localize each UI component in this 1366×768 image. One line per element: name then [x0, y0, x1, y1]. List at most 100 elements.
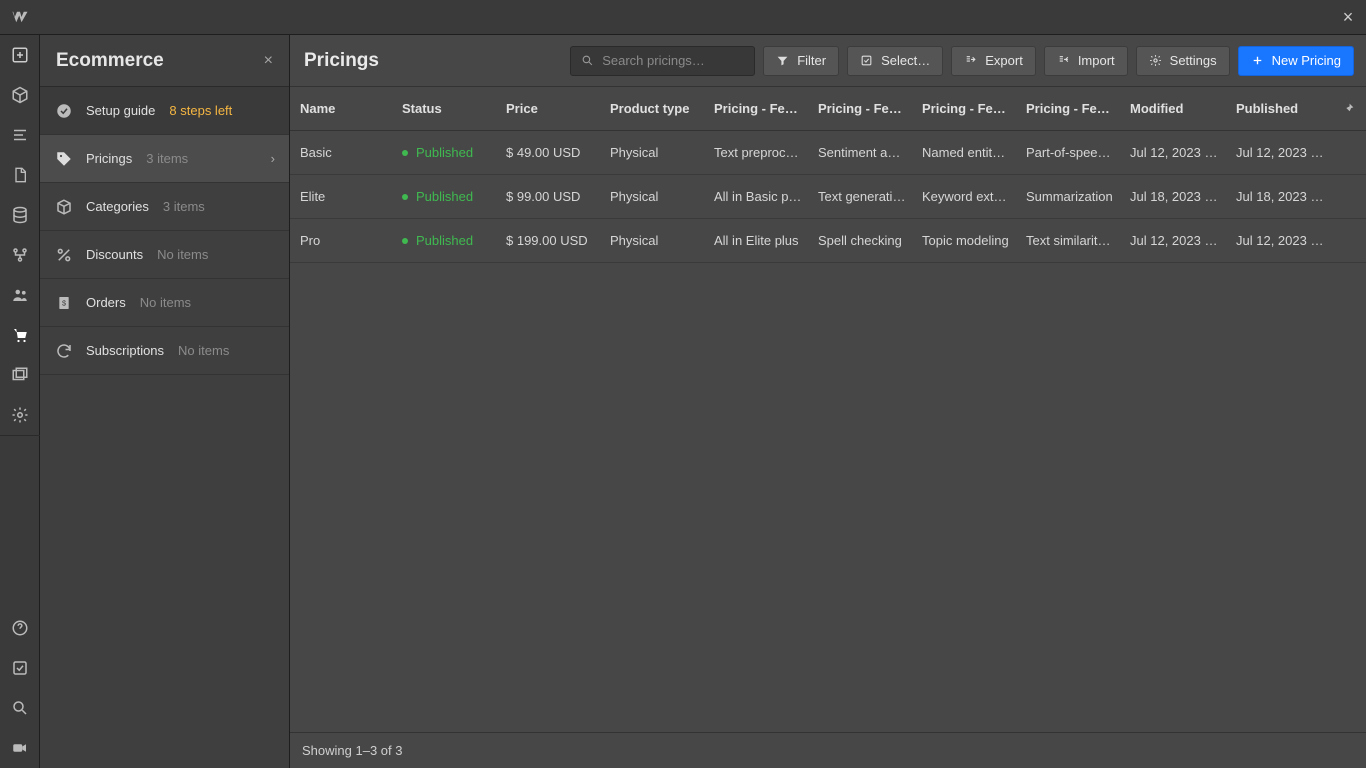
cell-modified: Jul 12, 2023 12:…	[1122, 145, 1228, 160]
pages-icon[interactable]	[0, 155, 40, 195]
cell-price: $ 199.00 USD	[498, 233, 602, 248]
left-tool-rail	[0, 35, 40, 768]
status-dot-icon	[402, 150, 408, 156]
table-row[interactable]: ElitePublished$ 99.00 USDPhysicalAll in …	[290, 175, 1366, 219]
new-pricing-button[interactable]: New Pricing	[1238, 46, 1354, 76]
ecommerce-icon[interactable]	[0, 315, 40, 355]
panel-title: Ecommerce	[56, 50, 264, 72]
cell-price: $ 99.00 USD	[498, 189, 602, 204]
table-row[interactable]: Pro Published $ 199.00 USDPhysicalAll in E…	[290, 219, 1366, 263]
settings-label: Settings	[1170, 53, 1217, 68]
help-icon[interactable]	[0, 608, 40, 648]
checkbox-icon	[860, 54, 873, 67]
close-panel-icon[interactable]: ×	[264, 52, 273, 70]
col-type[interactable]: Product type	[602, 101, 706, 116]
col-feature-3[interactable]: Pricing - Feature	[914, 101, 1018, 116]
check-circle-icon	[54, 101, 74, 121]
export-icon	[964, 54, 977, 67]
pin-icon	[1342, 102, 1355, 115]
col-feature-4[interactable]: Pricing - Feature	[1018, 101, 1122, 116]
cell-type: Physical	[602, 189, 706, 204]
sidebar-item-discounts[interactable]: Discounts No items	[40, 231, 289, 279]
status-text: Published	[416, 233, 473, 248]
cell-feature-2: Sentiment analy…	[810, 145, 914, 160]
webflow-logo[interactable]	[0, 8, 40, 26]
assets-icon[interactable]	[0, 355, 40, 395]
import-button[interactable]: Import	[1044, 46, 1128, 76]
col-feature-1[interactable]: Pricing - Feature	[706, 101, 810, 116]
video-icon[interactable]	[0, 728, 40, 768]
sidebar-item-subscriptions[interactable]: Subscriptions No items	[40, 327, 289, 375]
cell-modified: Jul 18, 2023 3:4…	[1122, 189, 1228, 204]
logic-icon[interactable]	[0, 235, 40, 275]
cell-modified: Jul 12, 2023 12:…	[1122, 233, 1228, 248]
cell-status: Published	[394, 233, 498, 248]
status-text: Published	[416, 145, 473, 160]
cell-feature-3: Keyword extracti…	[914, 189, 1018, 204]
table-row[interactable]: BasicPublished$ 49.00 USDPhysicalText pr…	[290, 131, 1366, 175]
navigator-icon[interactable]	[0, 115, 40, 155]
select-button[interactable]: Select…	[847, 46, 943, 76]
cell-type: Physical	[602, 233, 706, 248]
filter-icon	[776, 54, 789, 67]
sidebar-item-label: Categories	[86, 199, 149, 214]
cell-feature-4: Summarization	[1018, 189, 1122, 204]
status-text: Published	[416, 189, 473, 204]
row-count-text: Showing 1–3 of 3	[302, 743, 402, 758]
box-small-icon	[54, 197, 74, 217]
filter-label: Filter	[797, 53, 826, 68]
chevron-right-icon: ›	[271, 151, 275, 166]
export-label: Export	[985, 53, 1023, 68]
col-published[interactable]: Published	[1228, 101, 1334, 116]
refresh-icon	[54, 341, 74, 361]
gear-icon	[1149, 54, 1162, 67]
status-dot-icon	[402, 194, 408, 200]
cell-feature-1: All in Elite plus	[706, 233, 810, 248]
ecommerce-panel: Ecommerce × Setup guide 8 steps left Pri…	[40, 35, 290, 768]
export-button[interactable]: Export	[951, 46, 1036, 76]
filter-button[interactable]: Filter	[763, 46, 839, 76]
audit-icon[interactable]	[0, 648, 40, 688]
col-pin[interactable]	[1334, 102, 1364, 115]
svg-text:$: $	[62, 298, 66, 307]
table-footer: Showing 1–3 of 3	[290, 732, 1366, 768]
sidebar-item-orders[interactable]: $ Orders No items	[40, 279, 289, 327]
sidebar-item-label: Pricings	[86, 151, 132, 166]
sidebar-item-pricings[interactable]: Pricings 3 items ›	[40, 135, 289, 183]
col-name[interactable]: Name	[290, 101, 394, 116]
plus-icon	[1251, 54, 1264, 67]
sidebar-item-label: Discounts	[86, 247, 143, 262]
cell-price: $ 49.00 USD	[498, 145, 602, 160]
cell-feature-4: Part-of-speech …	[1018, 145, 1122, 160]
sidebar-item-setup-guide[interactable]: Setup guide 8 steps left	[40, 87, 289, 135]
col-price[interactable]: Price	[498, 101, 602, 116]
sidebar-item-meta: No items	[157, 247, 208, 262]
col-feature-2[interactable]: Pricing - Feature	[810, 101, 914, 116]
close-app-button[interactable]: ×	[1330, 0, 1366, 35]
col-status[interactable]: Status	[394, 101, 498, 116]
search-input[interactable]	[602, 53, 744, 68]
sidebar-item-label: Setup guide	[86, 103, 155, 118]
box-icon[interactable]	[0, 75, 40, 115]
col-modified[interactable]: Modified	[1122, 101, 1228, 116]
cell-feature-3: Topic modeling	[914, 233, 1018, 248]
cms-icon[interactable]	[0, 195, 40, 235]
cell-feature-4: Text similarity c…	[1018, 233, 1122, 248]
users-icon[interactable]	[0, 275, 40, 315]
sidebar-item-meta: No items	[178, 343, 229, 358]
cell-type: Physical	[602, 145, 706, 160]
sidebar-item-categories[interactable]: Categories 3 items	[40, 183, 289, 231]
panel-header: Ecommerce ×	[40, 35, 289, 87]
sidebar-item-meta: 3 items	[146, 151, 188, 166]
search-rail-icon[interactable]	[0, 688, 40, 728]
cell-status: Published	[394, 189, 498, 204]
settings-button[interactable]: Settings	[1136, 46, 1230, 76]
sidebar-item-meta: No items	[140, 295, 191, 310]
settings-rail-icon[interactable]	[0, 395, 40, 435]
add-element-icon[interactable]	[0, 35, 40, 75]
table-body: BasicPublished$ 49.00 USDPhysicalText pr…	[290, 131, 1366, 263]
cell-name: Pro	[290, 233, 394, 248]
app-topbar: ×	[0, 0, 1366, 35]
tag-icon	[54, 149, 74, 169]
search-input-wrap[interactable]	[570, 46, 755, 76]
